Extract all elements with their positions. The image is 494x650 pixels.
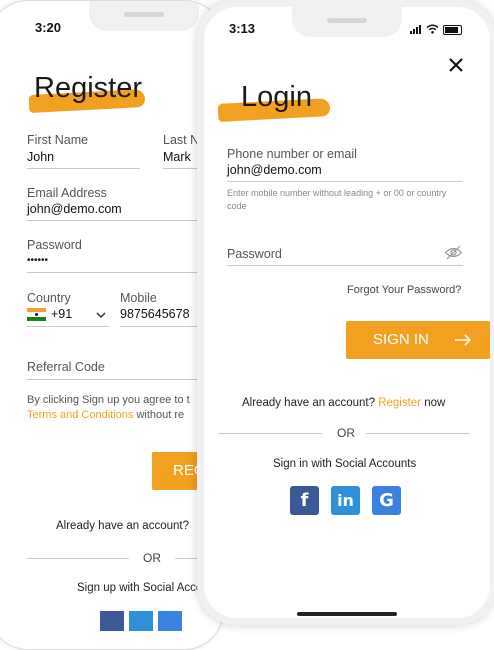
- status-time: 3:13: [229, 21, 256, 36]
- or-divider-right: [366, 433, 470, 434]
- signal-icon: [410, 25, 422, 34]
- email-label: Email Address: [27, 186, 107, 200]
- chevron-down-icon[interactable]: [96, 312, 106, 319]
- have-account-prefix: Already have an account?: [242, 397, 375, 409]
- mobile-label: Mobile: [120, 291, 157, 305]
- password-underline: [227, 265, 463, 266]
- speaker: [124, 12, 164, 17]
- linkedin-icon[interactable]: in: [331, 486, 360, 515]
- phone-hint: Enter mobile number without leading + or…: [227, 188, 447, 211]
- social-signin-text: Sign in with Social Accounts: [273, 458, 417, 470]
- have-account-text: Already have an account? Register now: [242, 397, 445, 409]
- phone-notch: [89, 1, 199, 31]
- last-name-label: Last N: [163, 133, 200, 147]
- sign-in-button[interactable]: SIGN IN: [346, 321, 490, 359]
- country-code[interactable]: +91: [51, 307, 72, 321]
- eye-off-icon[interactable]: [444, 244, 463, 261]
- referral-label[interactable]: Referral Code: [27, 360, 105, 374]
- social-signup-text: Sign up with Social Acco: [77, 582, 203, 594]
- google-icon[interactable]: [158, 611, 182, 631]
- register-title: Register: [34, 72, 142, 104]
- terms-line-2: Terms and Conditions without re: [27, 409, 184, 421]
- facebook-icon[interactable]: [100, 611, 124, 631]
- email-underline: [27, 220, 223, 221]
- password-field[interactable]: ••••••: [27, 255, 48, 266]
- india-flag-icon: [27, 308, 46, 321]
- password-label: Password: [227, 247, 282, 261]
- register-phone: 3:20 Register First Name John Last N Mar…: [0, 0, 224, 650]
- first-name-field[interactable]: John: [27, 150, 54, 164]
- speaker: [327, 18, 367, 23]
- country-underline: [27, 326, 109, 327]
- google-icon[interactable]: G: [372, 486, 401, 515]
- password-underline: [27, 272, 223, 273]
- linkedin-icon[interactable]: [129, 611, 153, 631]
- close-icon[interactable]: [448, 57, 464, 73]
- first-name-label: First Name: [27, 133, 89, 147]
- forgot-password-link[interactable]: Forgot Your Password?: [347, 284, 461, 296]
- home-indicator: [297, 612, 397, 616]
- terms-suffix: without re: [136, 409, 185, 421]
- login-phone: 3:13 Login Phone number or email john@de…: [197, 0, 494, 625]
- country-label: Country: [27, 291, 71, 305]
- terms-line-1: By clicking Sign up you agree to t: [27, 394, 190, 406]
- have-account-text: Already have an account?: [56, 520, 189, 532]
- first-name-underline: [27, 168, 140, 169]
- phone-email-field[interactable]: john@demo.com: [227, 163, 322, 177]
- phone-notch: [292, 7, 402, 37]
- register-link[interactable]: Register: [378, 397, 421, 409]
- terms-link[interactable]: Terms and Conditions: [27, 409, 133, 421]
- or-divider-text: OR: [143, 551, 161, 565]
- phone-label: Phone number or email: [227, 147, 357, 161]
- password-label: Password: [27, 238, 82, 252]
- battery-icon: [443, 25, 462, 35]
- mobile-field[interactable]: 9875645678: [120, 307, 190, 321]
- last-name-field[interactable]: Mark: [163, 150, 191, 164]
- email-field[interactable]: john@demo.com: [27, 202, 122, 216]
- referral-underline: [27, 379, 223, 380]
- status-time: 3:20: [35, 20, 62, 35]
- facebook-icon[interactable]: f: [290, 486, 319, 515]
- arrow-right-icon: [455, 334, 472, 346]
- or-divider-left: [27, 558, 129, 559]
- phone-underline: [227, 181, 463, 182]
- or-divider-text: OR: [337, 426, 355, 440]
- wifi-icon: [426, 24, 439, 34]
- have-account-suffix: now: [424, 397, 446, 409]
- login-title: Login: [241, 81, 312, 113]
- or-divider-left: [218, 433, 322, 434]
- sign-in-label: SIGN IN: [373, 331, 429, 348]
